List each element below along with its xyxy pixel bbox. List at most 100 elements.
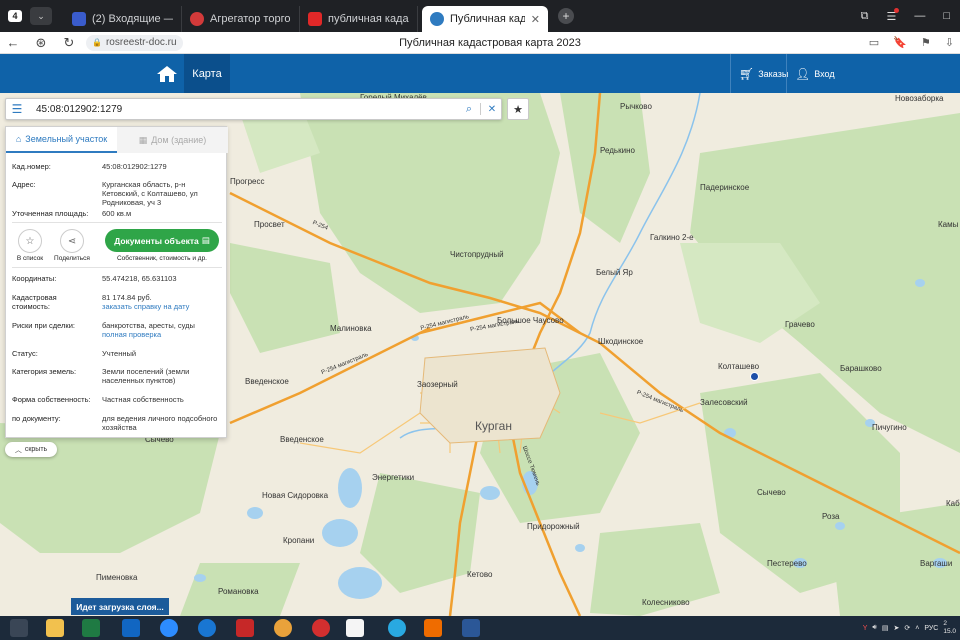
search-input[interactable] [28, 100, 460, 118]
divider [480, 103, 481, 115]
star-outline-icon: ☆ [25, 235, 35, 247]
tab-counter-value: 4 [8, 10, 22, 22]
zoom-icon[interactable] [160, 619, 178, 637]
orders-button[interactable]: 🛒︎ Заказы [730, 54, 789, 93]
tab-bankruptcy-aggregator[interactable]: Агрегатор торгов по банкротству [182, 6, 300, 32]
tab-land-plot[interactable]: ⌂ Земельный участок [6, 127, 117, 153]
share-icon: ⋖ [67, 235, 77, 247]
clock[interactable]: 2 15.0 [943, 620, 956, 636]
collections-icon[interactable]: ⧉ [861, 10, 869, 23]
map-label: Придорожный [527, 522, 580, 531]
order-certificate-link[interactable]: заказать справку на дату [102, 302, 189, 311]
tray-sound-icon[interactable]: 🔊︎ [872, 624, 876, 632]
close-tab-icon[interactable]: ✕ [531, 13, 540, 26]
tab-yandex-search[interactable]: публичная кадастровая карта [300, 6, 418, 32]
chrome-icon[interactable] [274, 619, 292, 637]
tray-yandex-icon[interactable]: Y [863, 625, 868, 632]
tray-update-icon[interactable]: ⟳ [904, 624, 910, 632]
map-label: Редькино [600, 146, 635, 155]
excel-icon[interactable] [82, 619, 100, 637]
notifications-icon[interactable]: ☰ [886, 7, 900, 23]
map-label: Новозаборка [895, 94, 944, 103]
cad-number-link[interactable]: 45:08:012902:1279 [102, 162, 224, 171]
login-button[interactable]: 👤︎ Вход [786, 54, 846, 93]
keyboard-language[interactable]: РУС [924, 625, 938, 632]
opera-icon[interactable] [312, 619, 330, 637]
outlook-icon[interactable] [122, 619, 140, 637]
menu-icon[interactable]: ☰ [6, 99, 28, 119]
search-icon[interactable]: ⌕ [460, 103, 478, 116]
back-arrow-icon[interactable]: ← [2, 35, 24, 50]
field-label: Категория земель: [12, 367, 77, 376]
field-value: для ведения личного подсобного хозяйства [102, 414, 218, 432]
tab-counter[interactable]: 4 [4, 7, 26, 25]
map-label: Введенское [245, 377, 289, 386]
tab-building[interactable]: ▦ Дом (здание) [117, 127, 228, 153]
extension-icon[interactable]: ⚑ [921, 36, 931, 49]
tabs-dropdown-icon[interactable]: ⌄ [30, 7, 52, 25]
yandex-account-icon[interactable]: ⊛ [30, 35, 52, 51]
tab-rambler-mail[interactable]: (2) Входящие — Рамблер/почта [64, 6, 182, 32]
share-button[interactable]: ⋖ [60, 229, 84, 253]
downloads-icon[interactable]: ⇩ [945, 36, 954, 49]
field-value: 81 174.84 руб. заказать справку на дату [102, 293, 224, 311]
map-label: Прогресс [230, 177, 265, 186]
mail-icon [72, 12, 86, 26]
new-tab-button[interactable]: + [558, 8, 574, 24]
edge-icon[interactable] [198, 619, 216, 637]
field-label: Уточненная площадь: [12, 209, 89, 218]
share-label: Поделиться [54, 255, 90, 262]
aggregator-icon [190, 12, 204, 26]
bookmark-icon[interactable]: 🔖 [893, 36, 907, 49]
field-label: Адрес: [12, 180, 36, 189]
documents-sublabel: Собственник, стоимость и др. [116, 255, 207, 262]
start-icon[interactable] [10, 619, 28, 637]
map-label: Заозерный [417, 380, 458, 389]
field-label: по документу: [12, 414, 61, 423]
telegram-icon[interactable] [388, 619, 406, 637]
tray-network-icon[interactable]: ▤ [882, 624, 889, 632]
login-label: Вход [814, 68, 835, 79]
maximize-icon[interactable]: □ [943, 10, 950, 23]
full-check-link[interactable]: полная проверка [102, 330, 161, 339]
divider [12, 267, 222, 268]
add-to-list-button[interactable]: ☆ [18, 229, 42, 253]
land-plot-icon: ⌂ [15, 134, 22, 144]
orders-label: Заказы [758, 68, 789, 79]
word-icon[interactable] [462, 619, 480, 637]
map-label: Грачево [785, 320, 815, 329]
sound-app-icon[interactable] [424, 619, 442, 637]
pdf-icon[interactable] [236, 619, 254, 637]
map-label: Падеринское [700, 183, 750, 192]
field-value: Учтенный [102, 349, 137, 358]
tray-chevron-up-icon[interactable]: ˄ [915, 625, 919, 632]
map-label: Колесниково [642, 598, 690, 607]
minimize-icon[interactable]: — [914, 10, 925, 23]
tray-telegram-icon[interactable]: ➤ [893, 624, 899, 632]
clear-icon[interactable]: ✕ [483, 104, 501, 115]
windows-taskbar: Y 🔊︎ ▤ ➤ ⟳ ˄ РУС 2 15.0 [0, 616, 960, 640]
tab-title: Публичная кадастровая карта [450, 13, 525, 25]
reader-icon[interactable]: ▭ [869, 36, 879, 49]
map-nav-tab[interactable]: Карта [184, 54, 230, 93]
file-explorer-icon[interactable] [46, 619, 64, 637]
url-field[interactable]: 🔒 rosreestr-doc.ru [86, 34, 183, 51]
tab-cadastral-map[interactable]: Публичная кадастровая карта ✕ [422, 6, 548, 32]
field-label: Кадастровая стоимость: [12, 293, 57, 311]
user-icon: 👤︎ [795, 66, 811, 81]
yandex-icon [308, 12, 322, 26]
home-button[interactable] [150, 54, 184, 93]
hide-panel-button[interactable]: ︿ скрыть [5, 442, 57, 457]
map-label: Галкино 2-е [650, 233, 694, 242]
map-label: Камы [938, 220, 959, 229]
field-label: Кад.номер: [12, 162, 51, 171]
search-bar: ☰ ⌕ ✕ [5, 98, 502, 120]
favorites-star-button[interactable]: ★ [507, 98, 529, 120]
documents-button[interactable]: Документы объекта ▤ [105, 229, 219, 252]
browser-tab-strip: 4 ⌄ (2) Входящие — Рамблер/почта Агрегат… [0, 0, 960, 32]
yandex-browser-icon[interactable] [346, 619, 364, 637]
reload-icon[interactable]: ↻ [58, 35, 80, 51]
location-marker-icon[interactable] [750, 372, 759, 381]
field-value: 600 кв.м [102, 209, 132, 218]
map-label: Энергетики [372, 473, 415, 482]
